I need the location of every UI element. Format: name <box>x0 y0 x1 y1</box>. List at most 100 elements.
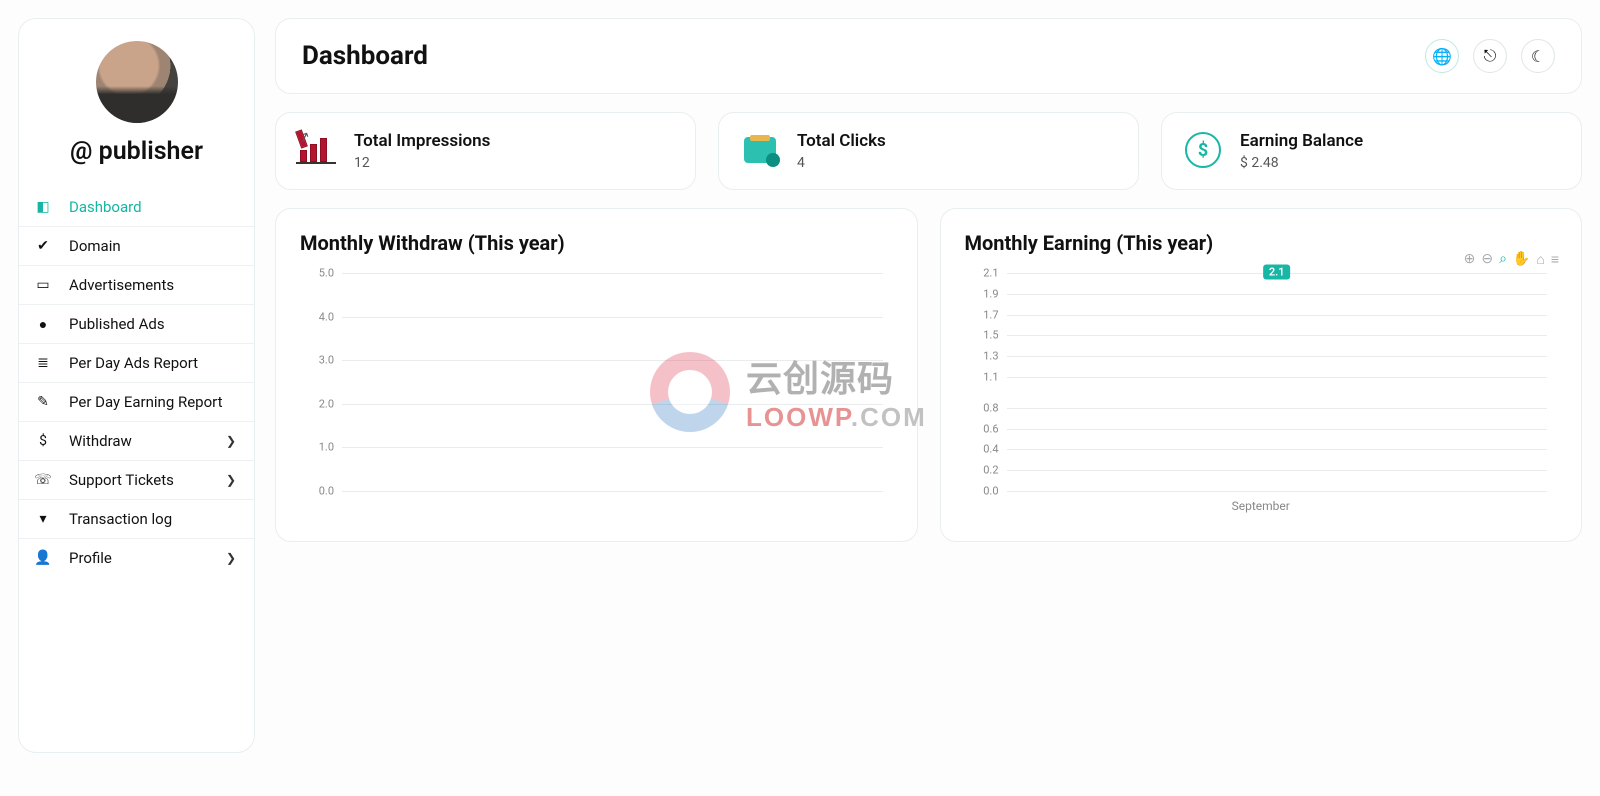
globe-icon: 🌐 <box>1432 47 1452 66</box>
chart-plot: 0.00.20.40.60.81.11.31.51.71.92.1 2.1 <box>1007 273 1548 491</box>
y-tick: 2.0 <box>300 397 338 410</box>
sidebar-item-domain[interactable]: ✔ Domain <box>19 227 254 266</box>
language-button[interactable]: 🌐 <box>1425 39 1459 73</box>
chevron-right-icon: ❯ <box>226 473 236 487</box>
page-header: Dashboard 🌐 ⎋ ☾ <box>275 18 1582 94</box>
sidebar-item-label: Support Tickets <box>69 471 210 489</box>
reset-icon[interactable]: ⌂ <box>1536 251 1544 268</box>
chart-toolbar: ⊕ ⊖ ⌕ ✋ ⌂ ≡ <box>1464 251 1559 268</box>
gridline <box>1007 315 1548 316</box>
sidebar-item-advertisements[interactable]: ▭ Advertisements <box>19 266 254 305</box>
gridline <box>342 447 883 448</box>
sidebar: @ publisher ◧ Dashboard ✔ Domain ▭ Adver… <box>18 18 255 753</box>
sidebar-item-label: Profile <box>69 549 210 567</box>
gridline <box>1007 294 1548 295</box>
sidebar-item-withdraw[interactable]: $ Withdraw ❯ <box>19 422 254 461</box>
gridline <box>342 360 883 361</box>
chart-monthly-withdraw: Monthly Withdraw (This year) 0.01.02.03.… <box>275 208 918 542</box>
y-tick: 1.3 <box>965 350 1003 363</box>
filter-icon: ▾ <box>33 511 53 527</box>
y-tick: 1.7 <box>965 308 1003 321</box>
sidebar-item-label: Published Ads <box>69 315 236 333</box>
gridline <box>1007 449 1548 450</box>
y-tick: 0.6 <box>965 422 1003 435</box>
stat-value: 4 <box>797 155 886 171</box>
stat-card-balance: $ Earning Balance $ 2.48 <box>1161 112 1582 190</box>
main: Dashboard 🌐 ⎋ ☾ ↗ Total Impressions <box>275 18 1582 753</box>
y-tick: 0.8 <box>965 401 1003 414</box>
y-tick: 0.0 <box>300 485 338 498</box>
chart-plot: 0.01.02.03.04.05.0 <box>342 273 883 491</box>
y-tick: 1.0 <box>300 441 338 454</box>
ad-icon: ▭ <box>33 277 53 293</box>
zoom-in-icon[interactable]: ⊕ <box>1464 251 1476 268</box>
gridline <box>1007 491 1548 492</box>
chart-monthly-earning: Monthly Earning (This year) ⊕ ⊖ ⌕ ✋ ⌂ ≡ … <box>940 208 1583 542</box>
stat-value: $ 2.48 <box>1240 155 1363 171</box>
logout-button[interactable]: ⎋ <box>1473 39 1507 73</box>
list-icon: ≣ <box>33 355 53 371</box>
y-tick: 0.2 <box>965 464 1003 477</box>
bar-chart-icon: ↗ <box>298 131 336 169</box>
pan-icon[interactable]: ✋ <box>1513 251 1530 268</box>
gridline <box>1007 377 1548 378</box>
y-tick: 1.1 <box>965 370 1003 383</box>
page-title: Dashboard <box>302 41 428 71</box>
signature-icon: ✎ <box>33 394 53 410</box>
profile-block: @ publisher <box>19 35 254 166</box>
stat-title: Total Impressions <box>354 131 490 151</box>
sidebar-item-published-ads[interactable]: ● Published Ads <box>19 305 254 344</box>
headset-icon: ☏ <box>33 472 53 488</box>
gridline <box>342 404 883 405</box>
y-tick: 5.0 <box>300 267 338 280</box>
selection-zoom-icon[interactable]: ⌕ <box>1499 251 1507 268</box>
y-tick: 4.0 <box>300 310 338 323</box>
dollar-circle-icon: $ <box>1184 131 1222 169</box>
sidebar-nav: ◧ Dashboard ✔ Domain ▭ Advertisements ● … <box>19 188 254 577</box>
data-point-badge: 2.1 <box>1263 265 1291 280</box>
gridline <box>342 273 883 274</box>
sidebar-item-support-tickets[interactable]: ☏ Support Tickets ❯ <box>19 461 254 500</box>
sidebar-item-per-day-ads[interactable]: ≣ Per Day Ads Report <box>19 344 254 383</box>
user-icon: 👤 <box>33 550 53 566</box>
dashboard-icon: ◧ <box>33 199 53 215</box>
dollar-icon: $ <box>33 433 53 449</box>
zoom-out-icon[interactable]: ⊖ <box>1481 251 1493 268</box>
theme-toggle-button[interactable]: ☾ <box>1521 39 1555 73</box>
menu-icon[interactable]: ≡ <box>1551 251 1559 268</box>
stat-value: 12 <box>354 155 490 171</box>
sidebar-item-label: Per Day Ads Report <box>69 354 236 372</box>
username: @ publisher <box>70 137 203 166</box>
y-tick: 3.0 <box>300 354 338 367</box>
gridline <box>1007 356 1548 357</box>
stat-card-clicks: Total Clicks 4 <box>718 112 1139 190</box>
charts-row: Monthly Withdraw (This year) 0.01.02.03.… <box>275 208 1582 542</box>
sidebar-item-per-day-earning[interactable]: ✎ Per Day Earning Report <box>19 383 254 422</box>
check-circle-icon: ✔ <box>33 238 53 254</box>
y-tick: 0.0 <box>965 485 1003 498</box>
stat-title: Earning Balance <box>1240 131 1363 151</box>
y-tick: 1.5 <box>965 329 1003 342</box>
exit-icon: ⎋ <box>1484 46 1497 66</box>
stats-row: ↗ Total Impressions 12 Total Clicks 4 $ … <box>275 112 1582 190</box>
chart-title: Monthly Withdraw (This year) <box>300 231 893 255</box>
sidebar-item-label: Per Day Earning Report <box>69 393 236 411</box>
gridline <box>1007 408 1548 409</box>
sidebar-item-transaction-log[interactable]: ▾ Transaction log <box>19 500 254 539</box>
y-tick: 0.4 <box>965 443 1003 456</box>
avatar[interactable] <box>96 41 178 123</box>
sidebar-item-label: Withdraw <box>69 432 210 450</box>
sidebar-item-label: Advertisements <box>69 276 236 294</box>
gridline <box>1007 470 1548 471</box>
header-actions: 🌐 ⎋ ☾ <box>1425 39 1555 73</box>
sidebar-item-dashboard[interactable]: ◧ Dashboard <box>19 188 254 227</box>
gridline <box>1007 429 1548 430</box>
stat-title: Total Clicks <box>797 131 886 151</box>
chevron-right-icon: ❯ <box>226 551 236 565</box>
gridline <box>1007 335 1548 336</box>
briefcase-icon <box>741 131 779 169</box>
x-axis-label: September <box>965 499 1558 513</box>
moon-icon: ☾ <box>1531 47 1545 66</box>
sidebar-item-profile[interactable]: 👤 Profile ❯ <box>19 539 254 577</box>
circle-a-icon: ● <box>33 316 53 333</box>
